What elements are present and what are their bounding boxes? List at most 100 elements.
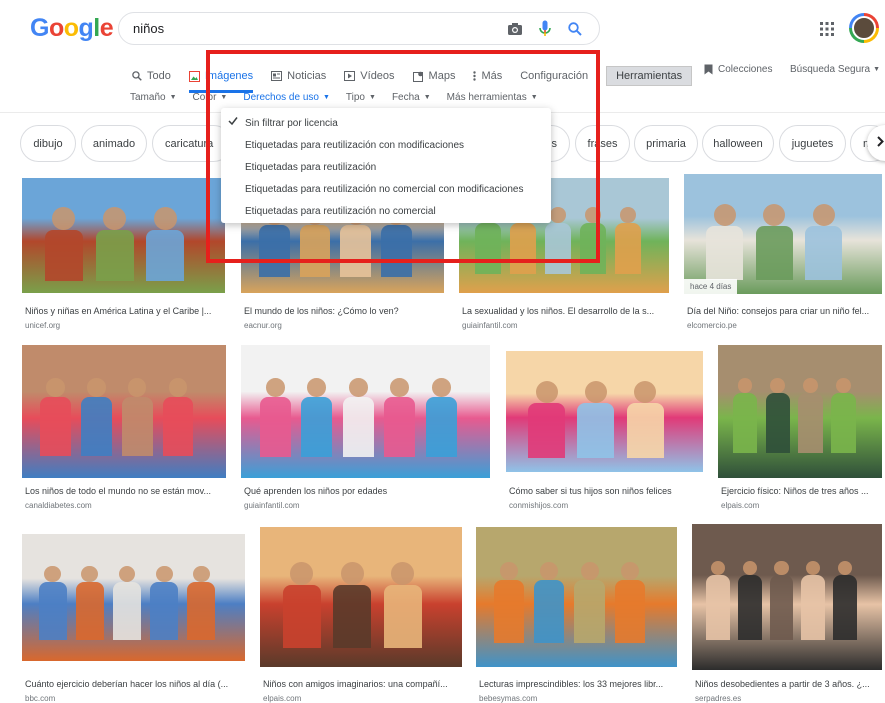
chip-label: dibujo	[33, 137, 63, 150]
figure-head	[103, 206, 127, 230]
camera-icon[interactable]	[505, 19, 525, 39]
apps-icon[interactable]	[820, 22, 834, 36]
result-thumbnail[interactable]	[241, 345, 490, 478]
microphone-icon[interactable]	[535, 19, 555, 39]
result-title[interactable]: El mundo de los niños: ¿Cómo lo ven?	[244, 306, 447, 316]
search-icon[interactable]	[565, 19, 585, 39]
figure-body	[614, 580, 645, 644]
filter-date[interactable]: Fecha ▼	[392, 92, 431, 103]
figure-head	[155, 565, 173, 583]
figure-body	[528, 403, 566, 458]
result-thumbnail[interactable]	[718, 345, 882, 478]
chip-label: juguetes	[791, 137, 834, 150]
caret-down-icon: ▼	[369, 94, 376, 101]
chip[interactable]: caricatura	[152, 125, 232, 162]
chip-label: s	[551, 137, 558, 150]
tab-videos[interactable]: Vídeos	[344, 62, 395, 90]
figure-body	[805, 226, 843, 281]
figure-body	[544, 222, 571, 275]
figure-body	[342, 396, 374, 457]
tab-imagenes[interactable]: Imágenes	[188, 62, 254, 93]
chip[interactable]: animado	[81, 125, 147, 162]
figure-body	[282, 584, 321, 648]
menu-item[interactable]: Etiquetadas para reutilización	[221, 156, 551, 178]
menu-item[interactable]: Etiquetadas para reutilización no comerc…	[221, 178, 551, 200]
result-title[interactable]: Niños desobedientes a partir de 3 años. …	[695, 679, 885, 689]
image-icon	[188, 70, 200, 82]
tab-noticias[interactable]: Noticias	[271, 62, 326, 90]
tab-label: Vídeos	[360, 70, 395, 82]
figure-body	[425, 396, 457, 457]
tab-label: Maps	[428, 70, 456, 82]
chip[interactable]: dibujo	[20, 125, 76, 162]
chevron-right-icon	[877, 134, 884, 152]
result-source: elpais.com	[721, 501, 760, 510]
tools-button[interactable]: Herramientas	[606, 66, 693, 86]
result-thumbnail[interactable]	[476, 527, 677, 667]
filter-more-tools[interactable]: Más herramientas ▼	[447, 92, 538, 103]
result-title[interactable]: Cómo saber si tus hijos son niños felice…	[509, 486, 706, 496]
menu-item[interactable]: Etiquetadas para reutilización no comerc…	[221, 200, 551, 222]
result-title[interactable]: Los niños de todo el mundo no se están m…	[25, 486, 229, 496]
tab-maps[interactable]: Maps	[412, 62, 456, 90]
search-input[interactable]: niños	[133, 21, 495, 36]
result-title[interactable]: Cuánto ejercicio deberían hacer los niño…	[25, 679, 248, 689]
google-logo[interactable]: Google	[30, 14, 114, 43]
result-title[interactable]: La sexualidad y los niños. El desarrollo…	[462, 306, 672, 316]
search-tabs: Todo Imágenes Noticias Vídeos Maps Más C…	[132, 62, 693, 93]
figure-head	[550, 206, 566, 223]
filter-label: Derechos de uso	[243, 92, 319, 103]
result-source: bbc.com	[25, 694, 56, 703]
figure-head	[87, 378, 106, 397]
result-thumbnail[interactable]	[22, 178, 225, 293]
figure-body	[381, 225, 412, 277]
figure-head	[431, 378, 451, 397]
result-source: guiainfantil.com	[244, 501, 300, 510]
result-title[interactable]: Día del Niño: consejos para criar un niñ…	[687, 306, 885, 316]
figure-body	[509, 222, 536, 275]
tab-label: Noticias	[287, 70, 327, 82]
menu-item-label: Etiquetadas para reutilización no comerc…	[245, 183, 524, 195]
filter-color[interactable]: Color ▼	[193, 92, 228, 103]
menu-item[interactable]: Sin filtrar por licencia	[221, 112, 551, 134]
chip[interactable]: juguetes	[779, 125, 846, 162]
figure-body	[626, 403, 664, 458]
figure-body	[831, 393, 856, 453]
filter-size[interactable]: Tamaño ▼	[130, 92, 177, 103]
tab-todo[interactable]: Todo	[132, 62, 171, 90]
collections-link[interactable]: Colecciones	[704, 64, 772, 75]
result-thumbnail[interactable]: hace 4 días	[684, 174, 882, 294]
result-thumbnail[interactable]	[692, 524, 882, 670]
figure-head	[634, 381, 657, 404]
filter-usage-rights[interactable]: Derechos de uso ▼	[243, 92, 330, 103]
result-title[interactable]: Ejercicio físico: Niños de tres años ...	[721, 486, 885, 496]
result-thumbnail[interactable]	[260, 527, 462, 667]
result-title[interactable]: Niños y niñas en América Latina y el Car…	[25, 306, 228, 316]
menu-item[interactable]: Etiquetadas para reutilización con modif…	[221, 134, 551, 156]
filter-type[interactable]: Tipo ▼	[346, 92, 376, 103]
filter-label: Color	[192, 92, 217, 103]
figure-head	[837, 560, 852, 575]
figure-body	[577, 403, 615, 458]
chip[interactable]: primaria	[634, 125, 698, 162]
result-source: serpadres.es	[695, 694, 742, 703]
figure-body	[832, 574, 857, 641]
result-title[interactable]: Qué aprenden los niños por edades	[244, 486, 493, 496]
search-box[interactable]: niños	[118, 12, 600, 45]
menu-item-label: Sin filtrar por licencia	[245, 117, 338, 129]
chip[interactable]: halloween	[702, 125, 774, 162]
figure-body	[81, 396, 112, 457]
filter-label: Tipo	[345, 92, 365, 103]
result-title[interactable]: Niños con amigos imaginarios: una compañ…	[263, 679, 465, 689]
figure-body	[769, 574, 794, 641]
avatar[interactable]	[849, 13, 879, 43]
tab-mas[interactable]: Más	[473, 62, 502, 90]
figure-body	[75, 582, 104, 640]
tab-configuracion[interactable]: Configuración	[520, 62, 588, 90]
result-thumbnail[interactable]	[22, 534, 245, 661]
result-thumbnail[interactable]	[506, 351, 703, 472]
chip[interactable]: frases	[575, 125, 630, 162]
safe-search-button[interactable]: Búsqueda Segura ▼	[790, 64, 880, 75]
result-title[interactable]: Lecturas imprescindibles: los 33 mejores…	[479, 679, 680, 689]
result-thumbnail[interactable]	[22, 345, 226, 478]
